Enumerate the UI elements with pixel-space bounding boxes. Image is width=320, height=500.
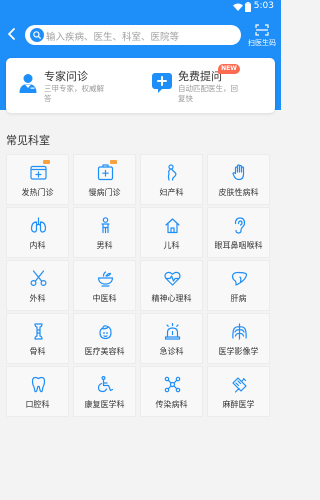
- doctor-icon: [19, 74, 37, 93]
- child-icon: [165, 218, 180, 234]
- department-tile[interactable]: 慢病门诊: [73, 154, 136, 205]
- department-tile[interactable]: 麻醉医学: [207, 366, 270, 417]
- department-tile[interactable]: 精神心理科: [140, 260, 203, 311]
- scan-doctor-code-button[interactable]: 扫医生码: [246, 24, 278, 50]
- battery-icon: [245, 2, 251, 12]
- service-desc: 三甲专家，权威解答: [44, 84, 104, 103]
- male-icon: [101, 217, 110, 234]
- obstetrics-icon: [167, 164, 177, 181]
- wifi-icon: [233, 3, 243, 11]
- department-label: 麻醉医学: [222, 400, 255, 409]
- chronic-clinic-icon: [97, 164, 114, 181]
- department-tile[interactable]: 传染病科: [140, 366, 203, 417]
- department-label: 皮肤性病科: [218, 188, 259, 197]
- new-badge: NEW: [218, 64, 240, 74]
- department-label: 中医科: [92, 294, 117, 303]
- wheelchair-icon: [97, 376, 114, 393]
- plus-chat-icon: [152, 73, 172, 93]
- herbal-bowl-icon: [97, 271, 114, 287]
- service-title: 专家问诊: [44, 70, 88, 83]
- department-tile[interactable]: 中医科: [73, 260, 136, 311]
- back-arrow-icon[interactable]: [6, 27, 18, 41]
- department-label: 发热门诊: [21, 188, 54, 197]
- section-title: 常见科室: [6, 134, 50, 147]
- service-card: 专家问诊 三甲专家，权威解答 免费提问 自动匹配医生，回复快 NEW: [6, 58, 275, 113]
- service-desc: 自动匹配医生，回复快: [178, 84, 238, 103]
- department-label: 眼耳鼻咽喉科: [214, 241, 263, 250]
- department-tile[interactable]: 皮肤性病科: [207, 154, 270, 205]
- department-label: 医疗美容科: [84, 347, 125, 356]
- scan-icon: [255, 24, 269, 36]
- department-tile[interactable]: 儿科: [140, 207, 203, 258]
- department-label: 男科: [96, 241, 113, 250]
- free-question-button[interactable]: 免费提问 自动匹配医生，回复快: [140, 58, 274, 113]
- virus-icon: [164, 376, 181, 393]
- service-title: 免费提问: [178, 70, 222, 83]
- bone-icon: [34, 323, 43, 340]
- emergency-light-icon: [164, 323, 181, 340]
- department-tile[interactable]: 急诊科: [140, 313, 203, 364]
- department-tile[interactable]: 口腔科: [6, 366, 69, 417]
- search-icon: [30, 28, 44, 42]
- department-tile[interactable]: 内科: [6, 207, 69, 258]
- department-tile[interactable]: 医学影像学: [207, 313, 270, 364]
- search-placeholder: 输入疾病、医生、科室、医院等: [46, 32, 180, 43]
- department-label: 医学影像学: [218, 347, 259, 356]
- tooth-icon: [31, 376, 46, 393]
- department-grid: 发热门诊 慢病门诊 妇产科 皮肤性病科 内科 男科 儿科 眼耳鼻咽喉科 外科 中…: [6, 154, 271, 418]
- scissors-icon: [30, 270, 47, 287]
- xray-chest-icon: [232, 323, 247, 340]
- department-tile[interactable]: 康复医学科: [73, 366, 136, 417]
- department-label: 康复医学科: [84, 400, 125, 409]
- department-label: 内科: [29, 241, 46, 250]
- expert-consult-button[interactable]: 专家问诊 三甲专家，权威解答: [6, 58, 140, 113]
- scan-label: 扫医生码: [248, 39, 276, 47]
- hand-dermatology-icon: [232, 164, 245, 181]
- department-label: 儿科: [163, 241, 180, 250]
- department-tile[interactable]: 男科: [73, 207, 136, 258]
- lungs-icon: [30, 217, 47, 233]
- department-label: 慢病门诊: [88, 188, 121, 197]
- beauty-icon: [99, 325, 112, 340]
- department-label: 传染病科: [155, 400, 188, 409]
- department-tile[interactable]: 骨科: [6, 313, 69, 364]
- department-tile[interactable]: 发热门诊: [6, 154, 69, 205]
- search-bar[interactable]: 输入疾病、医生、科室、医院等: [25, 25, 241, 45]
- department-tile[interactable]: 眼耳鼻咽喉科: [207, 207, 270, 258]
- department-label: 妇产科: [159, 188, 184, 197]
- department-tile[interactable]: 外科: [6, 260, 69, 311]
- clock: 5:03: [253, 1, 274, 11]
- department-tile[interactable]: 肝病: [207, 260, 270, 311]
- heart-pulse-icon: [164, 271, 181, 286]
- department-label: 急诊科: [159, 347, 184, 356]
- department-label: 肝病: [230, 294, 247, 303]
- anesthesia-icon: [232, 377, 247, 393]
- liver-icon: [231, 271, 248, 286]
- status-bar: 5:03: [0, 0, 281, 14]
- department-label: 外科: [29, 294, 46, 303]
- department-label: 骨科: [29, 347, 46, 356]
- department-tile[interactable]: 妇产科: [140, 154, 203, 205]
- ear-icon: [234, 217, 246, 234]
- fever-clinic-icon: [30, 165, 47, 180]
- department-label: 口腔科: [25, 400, 50, 409]
- department-tile[interactable]: 医疗美容科: [73, 313, 136, 364]
- department-label: 精神心理科: [151, 294, 192, 303]
